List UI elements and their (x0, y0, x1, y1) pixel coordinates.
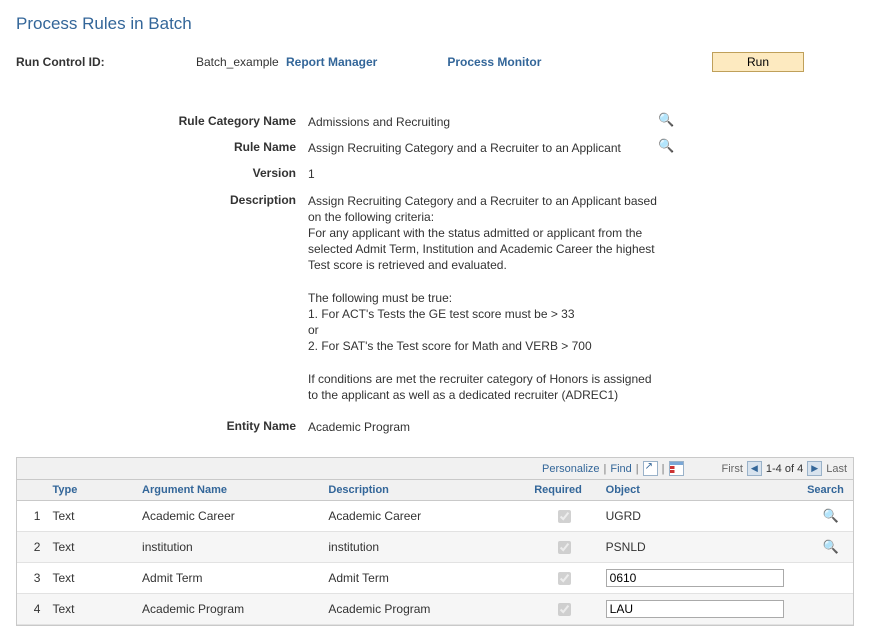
last-link: Last (826, 463, 847, 475)
prev-icon: ◀ (747, 461, 762, 476)
entity-name-value: Academic Program (308, 417, 658, 435)
row-number: 3 (17, 563, 46, 594)
entity-name-label: Entity Name (96, 417, 308, 433)
cell-required (528, 594, 599, 625)
cell-object (600, 594, 801, 625)
rule-category-label: Rule Category Name (96, 112, 308, 128)
cell-type: Text (46, 563, 136, 594)
col-object[interactable]: Object (600, 480, 801, 501)
cell-argument-name: Academic Career (136, 501, 322, 532)
lookup-icon[interactable]: 🔍 (658, 112, 674, 128)
lookup-icon[interactable]: 🔍 (658, 138, 674, 154)
rule-name-value: Assign Recruiting Category and a Recruit… (308, 138, 658, 156)
cell-required (528, 501, 599, 532)
required-checkbox (558, 541, 571, 554)
run-control-bar: Run Control ID: Batch_example Report Man… (16, 52, 854, 72)
arguments-grid: Personalize | Find | | First ◀ 1-4 of 4 … (16, 457, 854, 626)
cell-object (600, 563, 801, 594)
col-type[interactable]: Type (46, 480, 136, 501)
col-argument-name[interactable]: Argument Name (136, 480, 322, 501)
required-checkbox (558, 572, 571, 585)
cell-description: Academic Career (322, 501, 528, 532)
cell-search (801, 563, 853, 594)
cell-required (528, 532, 599, 563)
table-row: 2TextinstitutioninstitutionPSNLD🔍 (17, 532, 853, 563)
cell-argument-name: Academic Program (136, 594, 322, 625)
cell-object: PSNLD (600, 532, 801, 563)
process-monitor-link[interactable]: Process Monitor (447, 55, 541, 69)
cell-object: UGRD (600, 501, 801, 532)
col-required[interactable]: Required (528, 480, 599, 501)
cell-argument-name: Admit Term (136, 563, 322, 594)
cell-search: 🔍 (801, 501, 853, 532)
row-number: 1 (17, 501, 46, 532)
cell-argument-name: institution (136, 532, 322, 563)
version-value: 1 (308, 164, 658, 182)
cell-type: Text (46, 532, 136, 563)
zoom-icon[interactable] (643, 461, 658, 476)
separator: | (604, 463, 607, 475)
lookup-icon[interactable]: 🔍 (823, 508, 839, 524)
lookup-icon[interactable]: 🔍 (823, 539, 839, 555)
page-title: Process Rules in Batch (16, 14, 854, 34)
rule-form: Rule Category Name Admissions and Recrui… (96, 112, 854, 435)
find-link[interactable]: Find (610, 463, 631, 475)
report-manager-link[interactable]: Report Manager (286, 55, 377, 69)
cell-description: institution (322, 532, 528, 563)
cell-search (801, 594, 853, 625)
cell-description: Academic Program (322, 594, 528, 625)
row-number: 4 (17, 594, 46, 625)
cell-type: Text (46, 594, 136, 625)
next-icon: ▶ (807, 461, 822, 476)
object-input[interactable] (606, 569, 784, 587)
cell-search: 🔍 (801, 532, 853, 563)
cell-required (528, 563, 599, 594)
separator: | (636, 463, 639, 475)
run-button[interactable]: Run (712, 52, 804, 72)
table-row: 1TextAcademic CareerAcademic CareerUGRD🔍 (17, 501, 853, 532)
cell-description: Admit Term (322, 563, 528, 594)
col-number (17, 480, 46, 501)
version-label: Version (96, 164, 308, 180)
download-icon[interactable] (669, 461, 684, 476)
object-input[interactable] (606, 600, 784, 618)
cell-type: Text (46, 501, 136, 532)
run-control-id-value: Batch_example (196, 55, 286, 69)
description-label: Description (96, 191, 308, 207)
separator: | (662, 463, 665, 475)
row-number: 2 (17, 532, 46, 563)
run-control-id-label: Run Control ID: (16, 55, 196, 69)
required-checkbox (558, 510, 571, 523)
personalize-link[interactable]: Personalize (542, 463, 599, 475)
grid-toolbar: Personalize | Find | | First ◀ 1-4 of 4 … (17, 458, 853, 480)
first-link: First (722, 463, 743, 475)
table-row: 3TextAdmit TermAdmit Term (17, 563, 853, 594)
col-description[interactable]: Description (322, 480, 528, 501)
rule-name-label: Rule Name (96, 138, 308, 154)
description-value: Assign Recruiting Category and a Recruit… (308, 191, 658, 403)
col-search[interactable]: Search (801, 480, 853, 501)
row-range: 1-4 of 4 (766, 463, 803, 475)
required-checkbox (558, 603, 571, 616)
table-row: 4TextAcademic ProgramAcademic Program (17, 594, 853, 625)
rule-category-value: Admissions and Recruiting (308, 112, 658, 130)
